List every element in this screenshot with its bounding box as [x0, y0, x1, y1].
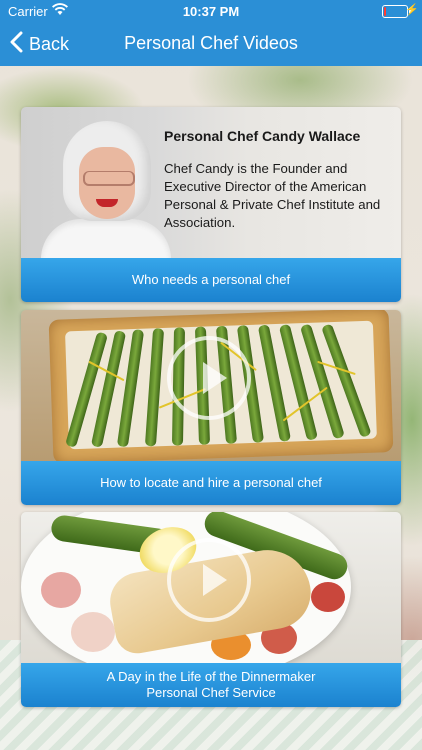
- fish-plate-thumbnail: [21, 512, 401, 663]
- status-bar: Carrier 10:37 PM ⚡: [0, 0, 422, 22]
- caption-text: How to locate and hire a personal chef: [100, 475, 322, 490]
- page-title: Personal Chef Videos: [124, 33, 298, 53]
- asparagus-tart-thumbnail: [21, 310, 401, 461]
- video-card-day-in-life[interactable]: A Day in the Life of the Dinnermaker Per…: [21, 512, 401, 707]
- video-caption: How to locate and hire a personal chef: [21, 461, 401, 505]
- play-icon[interactable]: [167, 336, 251, 420]
- battery-level: [384, 7, 386, 16]
- chef-portrait-image: [41, 119, 171, 258]
- navigation-bar: Back Personal Chef Videos: [0, 22, 422, 66]
- video-caption: A Day in the Life of the Dinnermaker Per…: [21, 663, 401, 707]
- caption-text: Who needs a personal chef: [131, 272, 291, 287]
- caption-line-1: A Day in the Life of the Dinnermaker: [106, 669, 316, 684]
- top-bar: Carrier 10:37 PM ⚡ Back Personal Chef Vi…: [0, 0, 422, 66]
- caption-line-2: Personal Chef Service: [146, 685, 276, 700]
- chef-candy-photo-banner: Personal Chef Candy Wallace Chef Candy i…: [21, 107, 401, 258]
- chef-name-heading: Personal Chef Candy Wallace: [164, 128, 361, 144]
- video-caption: Who needs a personal chef: [21, 258, 401, 302]
- video-card-who-needs-chef[interactable]: Personal Chef Candy Wallace Chef Candy i…: [21, 107, 401, 302]
- battery-icon: [382, 5, 408, 18]
- play-icon[interactable]: [167, 538, 251, 622]
- bolt-icon: ⚡: [405, 4, 419, 16]
- chef-description: Chef Candy is the Founder and Executive …: [164, 161, 381, 230]
- status-time: 10:37 PM: [182, 4, 240, 19]
- video-card-locate-hire[interactable]: How to locate and hire a personal chef: [21, 310, 401, 505]
